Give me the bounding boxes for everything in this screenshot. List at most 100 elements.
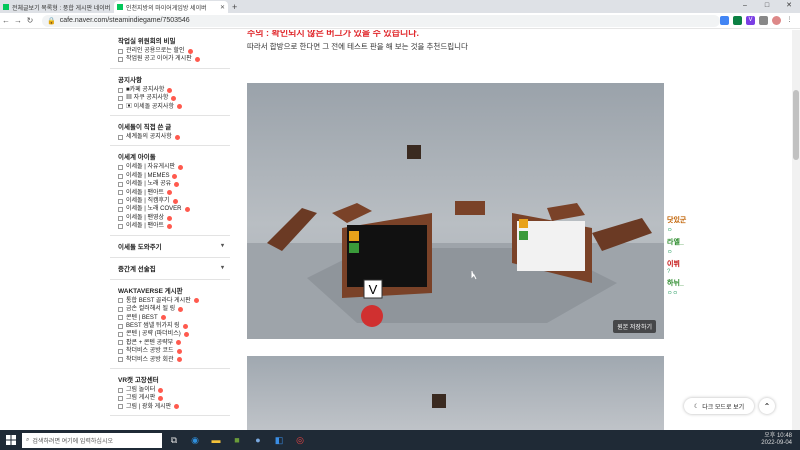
close-icon[interactable]: ✕ xyxy=(220,4,225,11)
game-screenshot[interactable]: V 원본 저장하기 xyxy=(247,83,664,339)
sidebar-item[interactable]: 이세돌 | 노래 공유 xyxy=(118,180,224,188)
new-badge-icon xyxy=(158,387,164,393)
maximize-button[interactable]: □ xyxy=(756,0,778,12)
taskbar-search[interactable]: ⌕ 검색하려면 여기에 입력하십시오 xyxy=(22,432,162,448)
sidebar-section-title[interactable]: VR캣 고장센터 xyxy=(118,372,224,386)
puzzle-icon[interactable] xyxy=(759,16,768,25)
extension-icon[interactable]: V xyxy=(746,16,755,25)
sidebar-item-label: 이세돌 | MEMES xyxy=(126,172,170,179)
windows-start-icon[interactable] xyxy=(0,435,22,445)
sidebar-section: WAKTAVERSE 게시판 통합 BEST 골라다 게시판 금손 컬러해서 될 링… xyxy=(110,280,230,369)
sidebar-item[interactable]: ■카페 공지사항 xyxy=(118,86,224,94)
new-badge-icon xyxy=(194,57,200,63)
board-icon xyxy=(118,215,123,221)
board-icon xyxy=(118,404,123,410)
extension-icon[interactable] xyxy=(733,16,742,25)
sidebar-section-title[interactable]: WAKTAVERSE 게시판 xyxy=(118,283,224,297)
sidebar-item[interactable]: 이세돌 | 직캠후기 xyxy=(118,197,224,205)
sidebar-section: 공지사항 ■카페 공지사항 ▦ 자쿠 공지사항 ▣ 이세돌 공지사항 xyxy=(110,69,230,117)
orange-tile xyxy=(349,231,359,241)
scrollbar-thumb[interactable] xyxy=(793,90,799,160)
dark-mode-button[interactable]: ☾ 다크 모드로 보기 xyxy=(684,398,754,414)
new-badge-icon xyxy=(178,306,184,312)
menu-icon[interactable]: ⋮ xyxy=(785,16,794,25)
board-icon xyxy=(118,387,123,393)
sidebar-item[interactable]: BEST 썸넬 뒤가지 링 xyxy=(118,322,224,330)
explorer-icon[interactable]: ▬ xyxy=(207,431,225,449)
extension-icon[interactable] xyxy=(720,16,729,25)
sidebar-item[interactable]: 작업원 공고 이어가 게시판 xyxy=(118,55,224,63)
sidebar-item[interactable]: 세계돌의 공지사항 xyxy=(118,133,224,141)
avatar[interactable] xyxy=(772,16,781,25)
minecraft-icon[interactable]: ■ xyxy=(228,431,246,449)
desk xyxy=(547,203,585,221)
tab-2[interactable]: 인천지방의 마이어게임방 세이버 ✕ xyxy=(114,1,228,13)
sidebar-item[interactable]: 이세돌 | MEMES xyxy=(118,172,224,180)
sidebar-item[interactable]: 착더비스 공방 코드 xyxy=(118,347,224,355)
new-badge-icon xyxy=(172,173,178,179)
sidebar-item-label: 통합 BEST 골라다 게시판 xyxy=(126,297,191,304)
chat-username[interactable]: 닷있군 xyxy=(667,215,697,225)
steam-icon[interactable]: ● xyxy=(249,431,267,449)
reload-icon[interactable]: ↻ xyxy=(24,16,36,25)
sidebar-item[interactable]: 이세돌 | 자유게시판 xyxy=(118,163,224,171)
sidebar-item[interactable]: 그림 놀이터 xyxy=(118,386,224,394)
chrome-icon[interactable]: ◎ xyxy=(291,431,309,449)
chat-username[interactable]: 하뉘_ xyxy=(667,278,697,288)
scrollbar[interactable] xyxy=(792,30,800,430)
sidebar-item[interactable]: 콘텐 | 공략 (파더비스) xyxy=(118,330,224,338)
board-icon xyxy=(118,181,123,187)
sidebar-item[interactable]: 금손 컬러해서 될 링 xyxy=(118,305,224,313)
sidebar-section-title[interactable]: 작업실 위원회의 비밀 xyxy=(118,33,224,47)
forward-icon[interactable]: → xyxy=(12,16,24,25)
sidebar-item-label: 관리인 공용으로는 할인 xyxy=(126,48,185,54)
sidebar-item[interactable]: ▦ 자쿠 공지사항 xyxy=(118,94,224,102)
sidebar-section-title[interactable]: 이세계 아이돌 xyxy=(118,149,224,163)
tab-1[interactable]: 전체글보기 목록형 : 풍합 게시판 네이버 ✕ xyxy=(0,1,114,13)
new-badge-icon xyxy=(176,340,182,346)
url-field[interactable]: 🔒 cafe.naver.com/steamindiegame/7503546 xyxy=(42,14,720,27)
new-badge-icon xyxy=(158,396,164,402)
floating-cube xyxy=(432,394,446,408)
chat-username[interactable]: 라엘_ xyxy=(667,237,697,247)
new-tab-button[interactable]: + xyxy=(232,1,237,13)
clock[interactable]: 오후 10:48 2022-09-04 xyxy=(761,433,792,447)
sidebar-section-title[interactable]: 이세돌이 직접 쓴 글 xyxy=(118,119,224,133)
sidebar-item-label: BEST 썸넬 뒤가지 링 xyxy=(126,322,180,329)
close-window-button[interactable]: ✕ xyxy=(778,0,800,12)
chevron-down-icon[interactable]: ▾ xyxy=(221,264,224,271)
desk-screen-right xyxy=(517,221,585,271)
green-tile xyxy=(519,231,528,240)
sidebar-item[interactable]: 팝콘 + 콘텐 공략부 xyxy=(118,339,224,347)
sidebar-item[interactable]: 통합 BEST 골라다 게시판 xyxy=(118,297,224,305)
tab-1-label: 전체글보기 목록형 : 풍합 게시판 네이버 xyxy=(12,5,111,12)
sidebar-item[interactable]: 이세돌 | 노래 COVER xyxy=(118,205,224,213)
new-badge-icon xyxy=(174,134,180,140)
sidebar-item[interactable]: 그림 | 광화 게시판 xyxy=(118,403,224,411)
sidebar-section-title[interactable]: 이세돌 도와주기 ▾ xyxy=(118,239,224,253)
back-icon[interactable]: ← xyxy=(0,16,12,25)
sidebar-item[interactable]: 이세돌 | 팬영상 xyxy=(118,214,224,222)
scroll-top-button[interactable]: ⌃ xyxy=(759,398,775,414)
task-view-icon[interactable]: ⧉ xyxy=(165,431,183,449)
sidebar-item-label: 콘텐 | 공략 (파더비스) xyxy=(126,331,181,338)
chevron-down-icon[interactable]: ▾ xyxy=(221,242,224,249)
sidebar-item[interactable]: 관리인 공용으로는 할인 xyxy=(118,47,224,55)
sidebar-item[interactable]: 이세돌 | 팬아트 xyxy=(118,222,224,230)
sidebar-item[interactable]: ▣ 이세돌 공지사항 xyxy=(118,103,224,111)
sidebar-section-title[interactable]: 공지사항 xyxy=(118,72,224,86)
sidebar-item[interactable]: 이세돌 | 팬아트 xyxy=(118,189,224,197)
chat-username[interactable]: 이뷔 xyxy=(667,259,697,269)
article-description: 따라서 합방으로 한다면 그 전에 테스트 판을 해 보는 것을 추천드립니다 xyxy=(247,42,468,51)
save-original-button[interactable]: 원본 저장하기 xyxy=(613,320,656,333)
sidebar-item-label: 이세돌 | 노래 COVER xyxy=(126,206,182,213)
green-tile xyxy=(349,243,359,253)
edge-icon[interactable]: ◉ xyxy=(186,431,204,449)
sidebar-item[interactable]: 그림 게시판 xyxy=(118,394,224,402)
vscode-icon[interactable]: ◧ xyxy=(270,431,288,449)
sidebar-item[interactable]: 착더비스 공방 회관 xyxy=(118,356,224,364)
sidebar-section-title[interactable]: 중간계 선술집 ▾ xyxy=(118,261,224,275)
minimize-button[interactable]: – xyxy=(734,0,756,12)
sidebar-item[interactable]: 콘텐 | BEST xyxy=(118,314,224,322)
game-screenshot-2[interactable] xyxy=(247,356,664,430)
